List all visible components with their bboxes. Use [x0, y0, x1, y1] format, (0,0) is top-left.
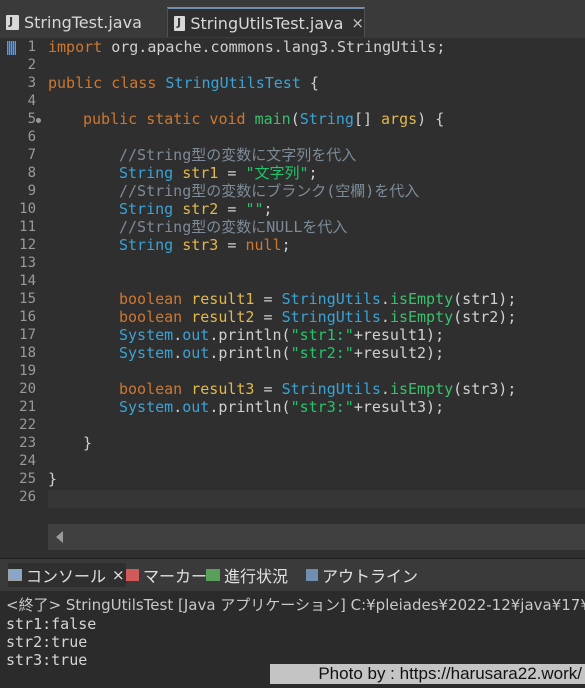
code-text[interactable]: import org.apache.commons.lang3.StringUt…	[48, 38, 585, 518]
code-line: boolean result1 = StringUtils.isEmpty(st…	[119, 290, 517, 308]
code-line: boolean result2 = StringUtils.isEmpty(st…	[119, 308, 517, 326]
code-editor[interactable]: 1 2 3 4 5 6 7 8 9 10 11 12 13 14 15 16 1…	[0, 38, 585, 518]
tab-label: コンソール	[26, 567, 107, 586]
progress-icon	[206, 569, 220, 581]
watermark: Photo by : https://harusara22.work/	[270, 664, 585, 684]
tab-outline[interactable]: アウトライン	[306, 563, 418, 587]
line-number: 20	[19, 381, 36, 397]
line-number: 23	[19, 435, 36, 451]
console-output-line: str2:true	[6, 633, 88, 651]
tab-progress[interactable]: 進行状況	[206, 563, 288, 587]
tab-console[interactable]: コンソール ×	[8, 563, 126, 587]
console-icon	[8, 569, 22, 581]
line-number: 2	[27, 57, 36, 73]
code-line: System.out.println("str3:"+result3);	[119, 398, 445, 416]
code-comment: //String型の変数に文字列を代入	[119, 146, 357, 164]
tab-label: StringTest.java	[24, 12, 142, 32]
line-number-gutter: 1 2 3 4 5 6 7 8 9 10 11 12 13 14 15 16 1…	[0, 38, 44, 518]
line-number: 21	[19, 399, 36, 415]
console-output-line: str1:false	[6, 615, 97, 633]
code-line: public static void main(String[] args) {	[83, 110, 445, 128]
line-number: 10	[19, 201, 36, 217]
line-number: 3	[27, 75, 36, 91]
java-file-icon	[174, 15, 186, 31]
line-number: 12	[19, 237, 36, 253]
tab-label: アウトライン	[322, 567, 419, 586]
close-icon[interactable]: ×	[351, 14, 364, 32]
console-output-line: str3:true	[6, 651, 88, 669]
line-number: 26	[19, 489, 36, 505]
code-line: }	[83, 434, 93, 452]
code-line: String str3 = null;	[119, 236, 291, 254]
console-header: <終了> StringUtilsTest [Java アプリケーション] C:¥…	[6, 596, 585, 614]
scroll-left-arrow-icon[interactable]	[56, 531, 63, 543]
line-number: 15	[19, 291, 36, 307]
code-comment: //String型の変数にブランク(空欄)を代入	[119, 182, 420, 200]
line-number: 17	[19, 327, 36, 343]
line-number: 7	[27, 147, 36, 163]
code-line: boolean result3 = StringUtils.isEmpty(st…	[119, 380, 517, 398]
editor-tab-bar: StringTest.java StringUtilsTest.java ×	[0, 0, 585, 39]
line-number: 14	[19, 273, 36, 289]
line-number: 11	[19, 219, 36, 235]
fold-marker-icon[interactable]	[36, 118, 41, 123]
line-number: 6	[27, 129, 36, 145]
line-number: 13	[19, 255, 36, 271]
code-line: System.out.println("str1:"+result1);	[119, 326, 445, 344]
code-comment: //String型の変数にNULLを代入	[119, 218, 348, 236]
line-number: 5	[27, 111, 36, 127]
code-line: String str1 = "文字列";	[119, 164, 318, 182]
tab-stringtest-java[interactable]: StringTest.java	[6, 7, 166, 37]
line-number: 9	[27, 183, 36, 199]
marker-icon	[126, 569, 139, 581]
code-line: }	[48, 470, 58, 488]
line-number: 25	[19, 471, 36, 487]
tab-markers[interactable]: マーカー	[126, 563, 207, 587]
tab-label: 進行状況	[224, 567, 289, 586]
java-file-icon	[6, 14, 19, 30]
code-line: public class StringUtilsTest {	[48, 74, 319, 92]
horizontal-scrollbar[interactable]	[48, 524, 585, 550]
tab-stringutilstest-java[interactable]: StringUtilsTest.java ×	[167, 7, 365, 37]
line-number: 1	[27, 39, 36, 55]
line-number: 18	[19, 345, 36, 361]
close-icon[interactable]: ×	[112, 566, 125, 584]
tab-label: マーカー	[143, 567, 208, 586]
line-number: 24	[19, 453, 36, 469]
line-number: 4	[27, 93, 36, 109]
code-line: String str2 = "";	[119, 200, 273, 218]
line-number: 8	[27, 165, 36, 181]
code-line: import org.apache.commons.lang3.StringUt…	[48, 38, 446, 56]
line-number: 19	[19, 363, 36, 379]
outline-icon	[306, 569, 318, 581]
tab-label: StringUtilsTest.java	[190, 13, 344, 33]
view-tab-bar: コンソール × マーカー 進行状況 アウトライン	[0, 558, 585, 591]
line-number: 22	[19, 417, 36, 433]
line-number: 16	[19, 309, 36, 325]
code-line: System.out.println("str2:"+result2);	[119, 344, 445, 362]
